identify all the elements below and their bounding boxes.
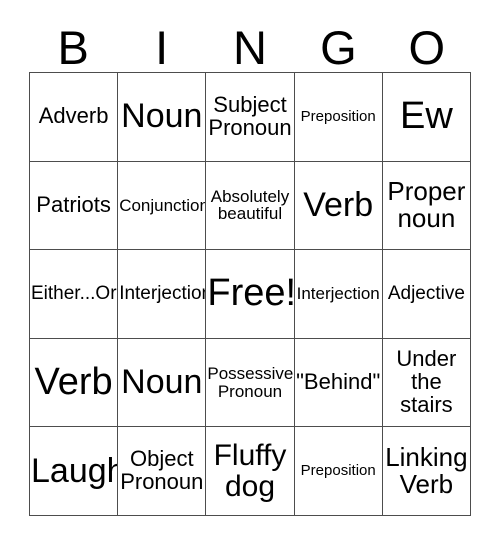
bingo-cell-label: Ew	[399, 95, 453, 138]
bingo-cell-label: Adjective	[387, 283, 465, 305]
bingo-cell-label: Preposition	[300, 108, 376, 125]
bingo-cell[interactable]: Ew	[382, 73, 471, 162]
bingo-cell[interactable]: Interjection	[294, 250, 383, 339]
bingo-cell[interactable]: Object Pronoun	[118, 427, 207, 516]
bingo-cell[interactable]: Patriots	[30, 161, 119, 251]
bingo-cell[interactable]: Subject Pronoun	[206, 73, 295, 162]
bingo-cell[interactable]: Absolutely beautiful	[206, 161, 295, 251]
bingo-cell-label: Conjunction	[119, 195, 207, 215]
bingo-cell-label: Noun	[121, 97, 203, 136]
bingo-cell[interactable]: Adjective	[382, 250, 471, 339]
bingo-cell-label: Verb	[34, 360, 113, 403]
bingo-cell[interactable]: Adverb	[30, 73, 119, 162]
bingo-cell-label: Either...Or	[31, 283, 117, 305]
bingo-cell-label: Object Pronoun	[120, 446, 204, 495]
bingo-cell[interactable]: "Behind"	[294, 338, 383, 428]
header-letter-i: I	[155, 20, 169, 74]
bingo-cell[interactable]: Conjunction	[118, 161, 207, 251]
bingo-cell[interactable]: Possessive Pronoun	[206, 338, 295, 428]
bingo-cell-label: "Behind"	[296, 369, 381, 395]
bingo-cell[interactable]: Proper noun	[382, 161, 471, 251]
bingo-cell[interactable]: Fluffy dog	[206, 427, 295, 516]
bingo-cell[interactable]: Preposition	[294, 73, 383, 162]
bingo-header: B I N G O	[29, 22, 471, 72]
bingo-cell[interactable]: Laugh	[30, 427, 119, 516]
bingo-cell-label: Interjection	[296, 284, 380, 304]
bingo-cell[interactable]: Linking Verb	[382, 427, 471, 516]
header-letter-n: N	[233, 20, 267, 74]
bingo-cell[interactable]: Noun	[118, 338, 207, 428]
bingo-cell-label: Linking Verb	[385, 442, 468, 500]
bingo-cell[interactable]: Verb	[294, 161, 383, 251]
bingo-cell[interactable]: Verb	[30, 338, 119, 428]
bingo-cell-label: Fluffy dog	[213, 439, 287, 504]
bingo-grid: Adverb Noun Subject Pronoun Preposition …	[29, 72, 471, 516]
bingo-cell-label: Verb	[303, 185, 374, 224]
bingo-free-cell[interactable]: Free!	[206, 250, 295, 339]
bingo-cell-label: Subject Pronoun	[208, 91, 292, 140]
bingo-cell-label: Adverb	[38, 103, 109, 129]
bingo-cell-label: Patriots	[36, 191, 111, 217]
bingo-cell-label: Noun	[121, 362, 203, 401]
bingo-cell-label: Laugh	[31, 451, 119, 490]
bingo-cell-label: Possessive Pronoun	[207, 363, 294, 401]
bingo-cell[interactable]: Noun	[118, 73, 207, 162]
bingo-cell[interactable]: Under the stairs	[382, 338, 471, 428]
bingo-cell-label: Interjection	[119, 283, 207, 305]
header-letter-o: O	[408, 20, 446, 74]
bingo-cell-label: Preposition	[300, 462, 376, 480]
header-letter-b: B	[57, 20, 89, 74]
bingo-cell-label: Absolutely beautiful	[210, 186, 290, 224]
bingo-cell-label: Proper noun	[387, 176, 466, 234]
bingo-card: B I N G O Adverb Noun Subject Pronoun Pr…	[0, 0, 500, 544]
bingo-cell[interactable]: Preposition	[294, 427, 383, 516]
bingo-cell-label: Under the stairs	[396, 346, 457, 418]
bingo-cell[interactable]: Either...Or	[30, 250, 119, 339]
bingo-cell[interactable]: Interjection	[118, 250, 207, 339]
bingo-free-label: Free!	[207, 272, 295, 315]
header-letter-g: G	[320, 20, 357, 74]
